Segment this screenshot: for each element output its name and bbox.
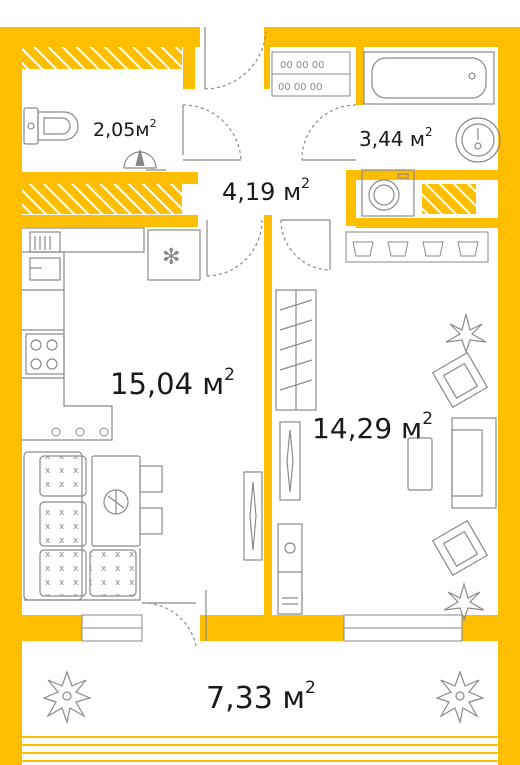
svg-text:✻: ✻ [162,245,180,270]
wardrobe-icon [275,289,317,411]
boiler-icon [123,149,166,171]
balcony-railing [22,736,498,762]
dining-sofa-icon [23,451,141,601]
hatched-wall [22,47,182,69]
room-area-balcony: 7,33 м2 [206,678,316,716]
room-area-wc: 2,05м2 [93,117,157,141]
cooktop-burners [51,427,109,437]
plant-icon [42,670,92,725]
coffee-table-icon [407,437,433,491]
stove-icon [25,333,65,375]
hatched-wall [422,184,476,214]
floor-plan: x [0,27,520,765]
chest-of-drawers-icon [277,523,303,615]
armchair-icon [431,519,489,577]
room-area-living: 14,29 м2 [312,409,433,445]
svg-text:00 00 00: 00 00 00 [280,60,325,71]
plant-icon [445,313,487,354]
tv-icon [243,471,263,561]
plant-icon [435,670,485,725]
kitchen-sink-icon [29,231,61,281]
dining-table-icon [91,455,163,547]
armchair-icon [431,351,489,409]
svg-text:00 00 00: 00 00 00 [278,82,323,93]
fridge-icon: ✻ [147,229,201,281]
hanger-icon [345,231,489,263]
pizza-icon [103,489,129,515]
shoe-rack-icon: 00 00 00 00 00 00 [271,51,351,97]
room-area-bathroom: 3,44 м2 [359,125,433,151]
room-area-kitchen: 15,04 м2 [110,365,235,401]
bathtub-icon [363,51,495,105]
walls [0,27,520,765]
toilet-icon [23,107,79,145]
sofa-icon [451,417,497,509]
sink-icon [455,117,501,163]
room-area-hall: 4,19 м2 [222,176,310,206]
doors [141,27,357,647]
tv-icon [279,421,301,501]
hatched-wall [22,184,182,214]
